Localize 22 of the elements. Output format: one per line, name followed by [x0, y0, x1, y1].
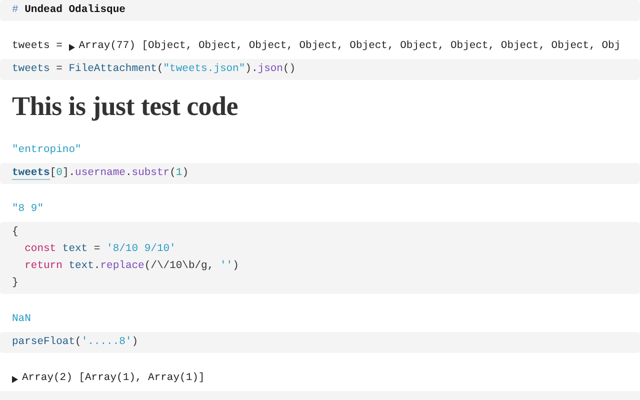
- code-cell[interactable]: tweets[0].username.substr(1): [0, 163, 640, 184]
- code-line: parseFloat('.....8'): [12, 335, 138, 350]
- code-cell[interactable]: { const text = '8/10 9/10' return text.replace(/\/10\b/g, '') }: [0, 222, 640, 294]
- expand-caret-icon[interactable]: [68, 44, 75, 51]
- array-summary[interactable]: Array(77) [Object, Object, Object, Object, Object, Object, Object, Object, Object, Obj: [78, 38, 621, 55]
- code-line: const text = '8/10 9/10': [24, 242, 176, 257]
- code-line: tweets[0].username.substr(1): [12, 166, 189, 182]
- code-line: tweets = FileAttachment("tweets.json").json(): [12, 62, 296, 77]
- code-line: # Undead Odalisque: [12, 3, 126, 18]
- cell-name: tweets =: [12, 39, 64, 54]
- cell-value: "8 9": [12, 202, 44, 217]
- code-cell[interactable]: tweets = FileAttachment("tweets.json").json(): [0, 59, 640, 80]
- heading: This is just test code: [12, 90, 238, 123]
- cell-value: "entropino": [12, 143, 82, 158]
- code-line: return text.replace(/\/10\b/g, ''): [24, 259, 239, 274]
- code-line: }: [12, 276, 18, 291]
- cell-value: NaN: [12, 312, 31, 327]
- code-cell[interactable]: parseFloat('.....8'): [0, 332, 640, 353]
- expand-caret-icon[interactable]: [12, 376, 18, 383]
- array-summary[interactable]: Array(2) [Array(1), Array(1)]: [22, 370, 205, 387]
- code-line: {: [12, 225, 18, 240]
- code-cell[interactable]: # Undead Odalisque: [0, 0, 640, 21]
